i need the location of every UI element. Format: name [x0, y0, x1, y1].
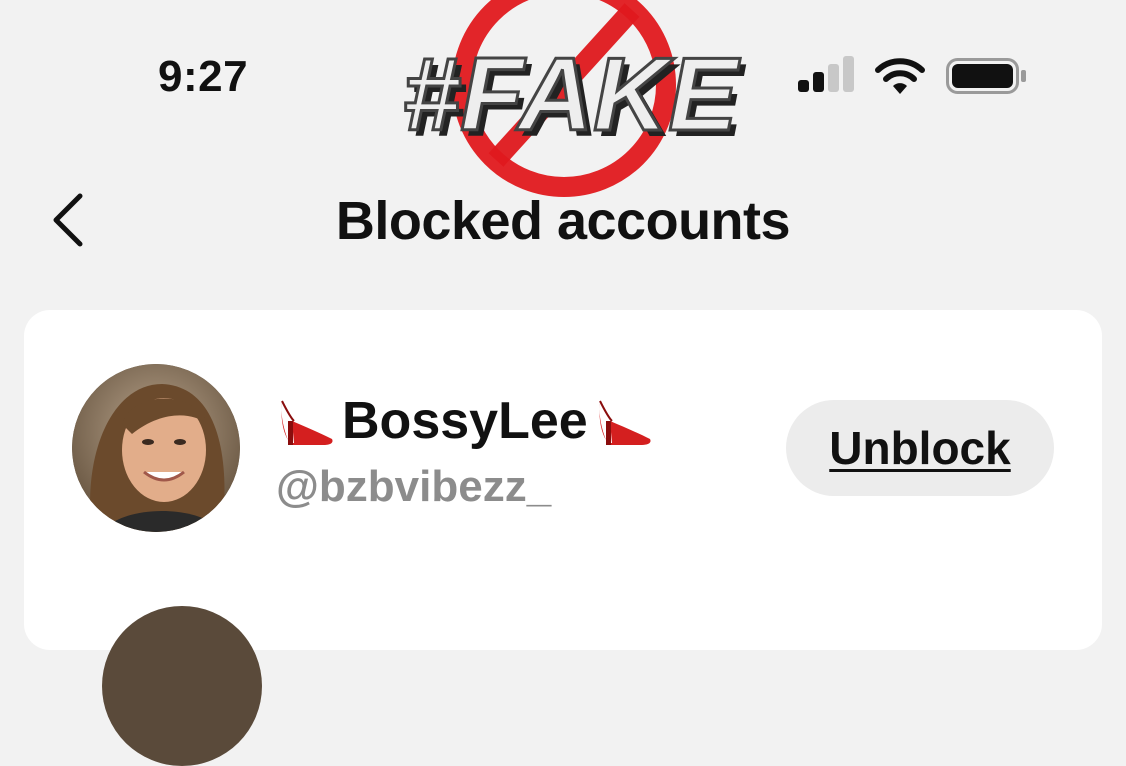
display-name: BossyLee: [276, 388, 654, 454]
signal-icon: [798, 54, 858, 94]
watermark-text: #FAKE: [402, 37, 740, 153]
avatar[interactable]: [102, 606, 262, 766]
display-name-text: BossyLee: [342, 392, 588, 450]
username-handle: @bzbvibezz_: [276, 462, 552, 511]
prohibited-icon: #FAKE #FAKE: [401, 0, 746, 197]
status-icons: [798, 54, 1038, 98]
unblock-button[interactable]: Unblock: [786, 400, 1054, 496]
unblock-button-label: Unblock: [829, 422, 1011, 474]
battery-icon: [946, 58, 1026, 94]
high-heel-icon: [598, 400, 651, 445]
avatar[interactable]: [72, 364, 240, 532]
blocked-accounts-card: BossyLee @bzbvibezz_ Unblock: [24, 310, 1102, 766]
status-time: 9:27: [158, 52, 249, 101]
wifi-icon: [875, 58, 925, 94]
high-heel-icon: [281, 400, 333, 445]
